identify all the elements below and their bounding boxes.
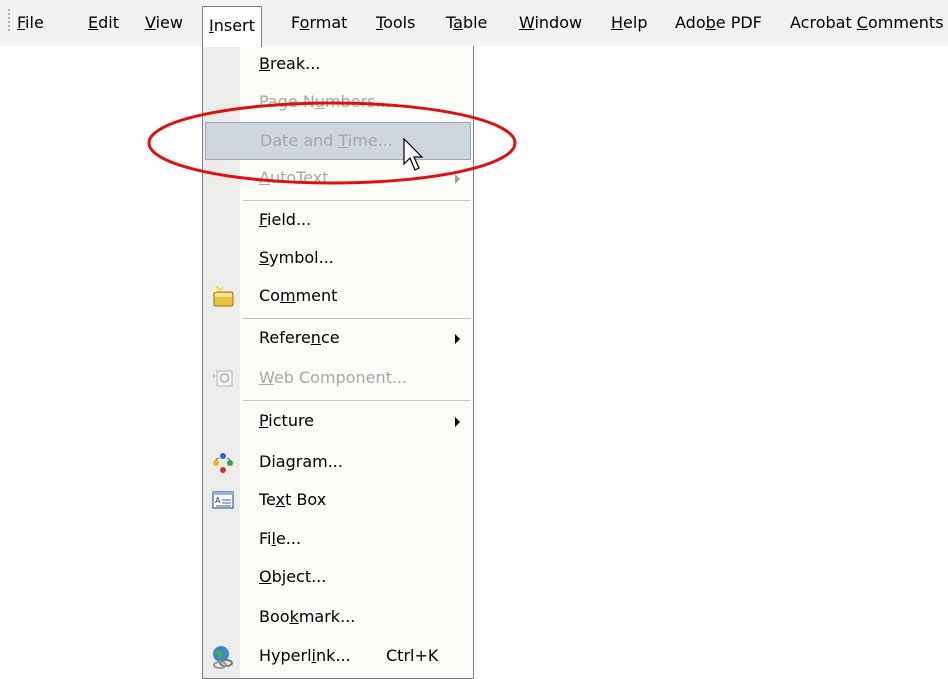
menu-item-label: Object... bbox=[259, 567, 327, 586]
toolbar-grip[interactable] bbox=[8, 9, 10, 33]
menu-item-break[interactable]: Break... bbox=[205, 46, 471, 84]
menu-window[interactable]: Window bbox=[519, 0, 582, 46]
menu-item-label: Page Numbers... bbox=[259, 92, 391, 111]
menu-item-bookmark[interactable]: Bookmark... bbox=[205, 599, 471, 637]
menu-item-label: Comment bbox=[259, 286, 338, 305]
menu-item-comment[interactable]: Comment bbox=[205, 278, 471, 316]
menu-item-file[interactable]: File... bbox=[205, 521, 471, 559]
menu-adobe-pdf[interactable]: Adobe PDF bbox=[675, 0, 762, 46]
menu-bar: File Edit View Insert Format Tools Table… bbox=[0, 0, 948, 47]
menu-insert[interactable]: Insert bbox=[202, 6, 262, 47]
menu-table[interactable]: Table bbox=[446, 0, 487, 46]
annotation-overlay bbox=[147, 101, 517, 185]
menu-item-label: AutoText bbox=[259, 168, 329, 187]
menu-acrobat-comments[interactable]: Acrobat Comments bbox=[790, 0, 944, 46]
menu-item-label: Break... bbox=[259, 54, 321, 73]
menu-item-picture[interactable]: Picture bbox=[205, 403, 471, 441]
svg-text:A: A bbox=[215, 496, 221, 505]
submenu-arrow-icon bbox=[455, 417, 460, 427]
menu-file[interactable]: File bbox=[17, 0, 44, 46]
comment-icon bbox=[212, 285, 234, 307]
menu-item-label: Field... bbox=[259, 210, 312, 229]
menu-item-label: Diagram... bbox=[259, 452, 343, 471]
menu-item-label: Picture bbox=[259, 411, 315, 430]
menu-item-date-and-time[interactable]: Date and Time... bbox=[205, 122, 471, 160]
menu-item-hyperlink[interactable]: Hyperlink... Ctrl+K bbox=[205, 638, 471, 676]
insert-dropdown-menu: Break... Page Numbers... Date and Time..… bbox=[202, 46, 474, 679]
menu-item-label: Date and Time... bbox=[260, 131, 393, 150]
diagram-icon bbox=[213, 453, 233, 473]
menu-item-label: File... bbox=[259, 529, 302, 548]
menu-item-label: Hyperlink... bbox=[259, 646, 351, 665]
menu-item-symbol[interactable]: Symbol... bbox=[205, 240, 471, 278]
menu-item-text-box[interactable]: A Text Box bbox=[205, 482, 471, 520]
menu-item-label: Reference bbox=[259, 328, 340, 347]
hyperlink-shortcut: Ctrl+K bbox=[386, 646, 439, 665]
menu-item-field[interactable]: Field... bbox=[205, 202, 471, 240]
submenu-arrow-icon bbox=[455, 174, 460, 184]
menu-edit[interactable]: Edit bbox=[88, 0, 119, 46]
menu-item-object[interactable]: Object... bbox=[205, 559, 471, 597]
text-box-icon: A bbox=[212, 491, 234, 509]
hyperlink-icon bbox=[213, 646, 233, 669]
menu-item-label: Bookmark... bbox=[259, 607, 356, 626]
menu-item-label: Web Component... bbox=[259, 368, 408, 387]
menu-separator bbox=[243, 400, 471, 401]
menu-item-label: Symbol... bbox=[259, 248, 334, 267]
menu-tools[interactable]: Tools bbox=[376, 0, 415, 46]
menu-item-autotext[interactable]: AutoText bbox=[205, 160, 471, 198]
submenu-arrow-icon bbox=[455, 334, 460, 344]
menu-format[interactable]: Format bbox=[291, 0, 347, 46]
menu-separator bbox=[243, 318, 471, 319]
web-component-icon bbox=[213, 370, 233, 387]
menu-item-page-numbers[interactable]: Page Numbers... bbox=[205, 84, 471, 122]
menu-item-label: Text Box bbox=[259, 490, 327, 509]
menu-help[interactable]: Help bbox=[611, 0, 647, 46]
menu-separator bbox=[243, 200, 471, 201]
menu-item-web-component[interactable]: Web Component... bbox=[205, 360, 471, 398]
menu-item-reference[interactable]: Reference bbox=[205, 320, 471, 358]
menu-view[interactable]: View bbox=[145, 0, 183, 46]
menu-item-diagram[interactable]: Diagram... bbox=[205, 444, 471, 482]
